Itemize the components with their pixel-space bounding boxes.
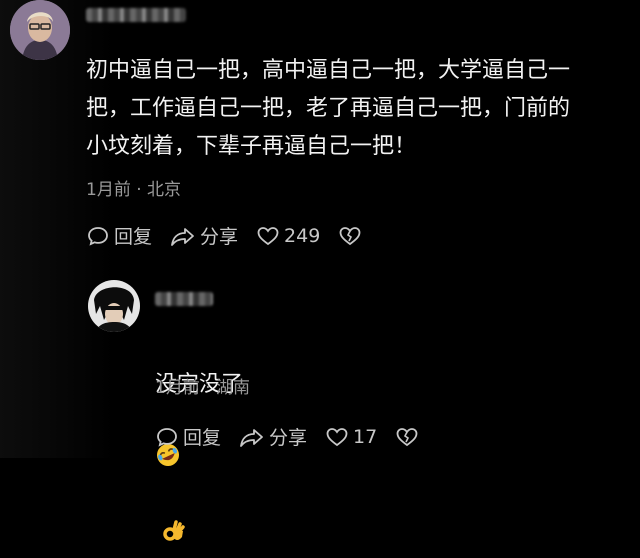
dislike-button[interactable] (395, 425, 423, 449)
reply-button[interactable]: 回复 (155, 423, 221, 450)
heart-icon (326, 427, 348, 446)
comment-text: 初中逼自己一把，高中逼自己一把，大学逼自己一 把，工作逼自己一把，老了再逼自己一… (86, 58, 571, 159)
separator-dot: · (136, 180, 142, 200)
reply-button[interactable]: 回复 (86, 222, 152, 249)
share-label: 分享 (269, 427, 308, 449)
broken-heart-icon (339, 226, 361, 245)
broken-heart-icon (396, 427, 418, 446)
heart-icon (257, 226, 279, 245)
reply-label: 回复 (114, 226, 153, 248)
speech-bubble-icon (88, 226, 108, 246)
ok-hand-emoji (161, 481, 187, 558)
avatar[interactable] (88, 280, 140, 332)
comment-1: 初中逼自己一把，高中逼自己一把，大学逼自己一 把，工作逼自己一把，老了再逼自己一… (0, 0, 640, 260)
comment-time: 1月前 (155, 378, 200, 398)
comment-meta: 1月前 · 北京 (86, 175, 181, 200)
separator-dot: · (205, 378, 211, 398)
share-arrow-icon (171, 227, 194, 246)
comment-location: 湖南 (216, 378, 251, 398)
like-button[interactable]: 249 (256, 224, 320, 248)
comment-2: 没完没了 1月前 · 湖南 回复 分享 17 (0, 270, 640, 541)
like-count: 17 (353, 425, 378, 448)
reply-label: 回复 (183, 427, 222, 449)
speech-bubble-icon (157, 427, 177, 447)
comment-location: 北京 (147, 180, 182, 200)
like-count: 249 (284, 224, 321, 247)
comment-time: 1月前 (86, 180, 131, 200)
username[interactable] (86, 8, 186, 22)
share-arrow-icon (240, 428, 263, 447)
like-button[interactable]: 17 (325, 425, 377, 449)
share-label: 分享 (200, 226, 239, 248)
share-button[interactable]: 分享 (239, 423, 307, 450)
dislike-button[interactable] (338, 224, 366, 248)
share-button[interactable]: 分享 (170, 222, 238, 249)
comment-actions: 回复 分享 17 (155, 423, 441, 450)
comment-actions: 回复 分享 249 (86, 222, 384, 249)
comment-meta: 1月前 · 湖南 (155, 373, 250, 398)
avatar[interactable] (10, 0, 70, 60)
username[interactable] (155, 292, 213, 306)
